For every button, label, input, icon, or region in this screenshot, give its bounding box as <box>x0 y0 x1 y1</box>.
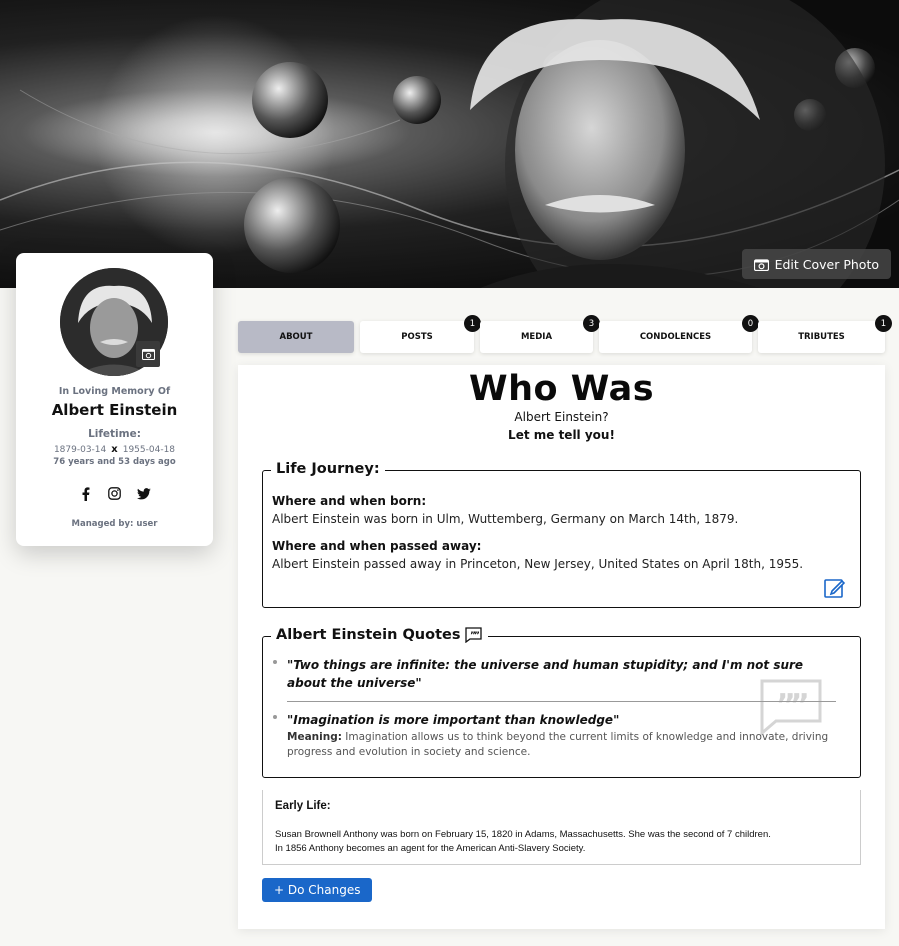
date-separator: x <box>111 444 118 455</box>
age-label: 76 years and 53 days ago <box>53 457 176 467</box>
do-changes-button[interactable]: + Do Changes <box>262 878 373 902</box>
passed-text: Albert Einstein passed away in Princeton… <box>272 557 804 571</box>
camera-icon <box>753 258 769 271</box>
quotes-title: Albert Einstein Quotes <box>276 627 461 643</box>
tagline: Let me tell you! <box>508 428 615 442</box>
edit-cover-photo-button[interactable]: Edit Cover Photo <box>741 249 891 279</box>
early-life-line: In 1856 Anthony becomes an agent for the… <box>275 843 586 854</box>
tab-label: CONDOLENCES <box>639 332 712 342</box>
quote-item: "Two things are infinite: the universe a… <box>273 656 837 692</box>
tab-posts[interactable]: POSTS 1 <box>360 315 481 353</box>
birth-date: 1879-03-14 <box>53 445 107 455</box>
cover-image <box>0 0 899 288</box>
about-panel: Who Was Albert Einstein? Let me tell you… <box>238 365 885 929</box>
section-legend: Life Journey: <box>271 461 385 477</box>
svg-text:”: ” <box>474 631 480 641</box>
change-avatar-button[interactable] <box>136 341 160 367</box>
instagram-icon[interactable] <box>107 486 122 501</box>
early-life-title: Early Life: <box>275 800 331 812</box>
tab-label: ABOUT <box>279 332 313 342</box>
born-text: Albert Einstein was born in Ulm, Wuttemb… <box>272 512 739 526</box>
quote-icon: ” ” <box>465 627 483 643</box>
born-label: Where and when born: <box>272 494 427 508</box>
count-badge: 3 <box>583 315 600 332</box>
meaning-text: Imagination allows us to think beyond th… <box>287 731 829 758</box>
facebook-icon[interactable] <box>78 486 93 501</box>
bullet <box>273 660 277 664</box>
twitter-icon[interactable] <box>136 486 151 501</box>
early-life-line: Susan Brownell Anthony was born on Febru… <box>275 829 771 840</box>
managed-by: Managed by: user <box>71 519 158 529</box>
tab-label: POSTS <box>401 332 433 342</box>
edit-icon[interactable] <box>824 577 846 599</box>
tab-label: TRIBUTES <box>798 332 845 342</box>
passed-label: Where and when passed away: <box>272 539 482 553</box>
quote-meaning: Meaning: Imagination allows us to think … <box>287 730 837 760</box>
page-title: Who Was <box>468 369 655 409</box>
quotes-section: Albert Einstein Quotes ” ” ” ” "Two thin… <box>262 627 861 778</box>
cover-photo: Edit Cover Photo <box>0 0 899 288</box>
subject-name: Albert Einstein? <box>514 410 609 424</box>
tab-tributes[interactable]: TRIBUTES 1 <box>758 315 892 353</box>
profile-name: Albert Einstein <box>51 401 178 419</box>
early-life-text: Susan Brownell Anthony was born on Febru… <box>275 828 771 856</box>
life-journey-section: Life Journey: Where and when born: Alber… <box>262 461 861 608</box>
meaning-label: Meaning: <box>287 731 342 743</box>
quote-text: "Two things are infinite: the universe a… <box>287 658 804 690</box>
tab-label: MEDIA <box>520 332 553 342</box>
divider <box>287 701 836 702</box>
camera-icon <box>141 349 155 360</box>
early-life-section: Early Life: Susan Brownell Anthony was b… <box>262 790 861 865</box>
section-legend: Albert Einstein Quotes ” ” <box>271 627 489 643</box>
count-badge: 0 <box>742 315 759 332</box>
tab-media[interactable]: MEDIA 3 <box>480 315 600 353</box>
memory-label: In Loving Memory Of <box>58 386 171 397</box>
quote-item: "Imagination is more important than know… <box>273 711 837 760</box>
tab-condolences[interactable]: CONDOLENCES 0 <box>599 315 759 353</box>
life-journey-title: Life Journey: <box>276 461 380 477</box>
lifetime-dates: 1879-03-14 x 1955-04-18 <box>16 444 213 455</box>
bullet <box>273 715 277 719</box>
tab-about[interactable]: ABOUT <box>238 321 354 353</box>
profile-card: In Loving Memory Of Albert Einstein Life… <box>16 253 213 546</box>
death-date: 1955-04-18 <box>122 445 176 455</box>
count-badge: 1 <box>464 315 481 332</box>
quote-text: "Imagination is more important than know… <box>287 713 620 727</box>
social-links <box>16 486 213 501</box>
count-badge: 1 <box>875 315 892 332</box>
lifetime-label: Lifetime: <box>88 428 141 440</box>
edit-cover-label: Edit Cover Photo <box>774 256 879 272</box>
